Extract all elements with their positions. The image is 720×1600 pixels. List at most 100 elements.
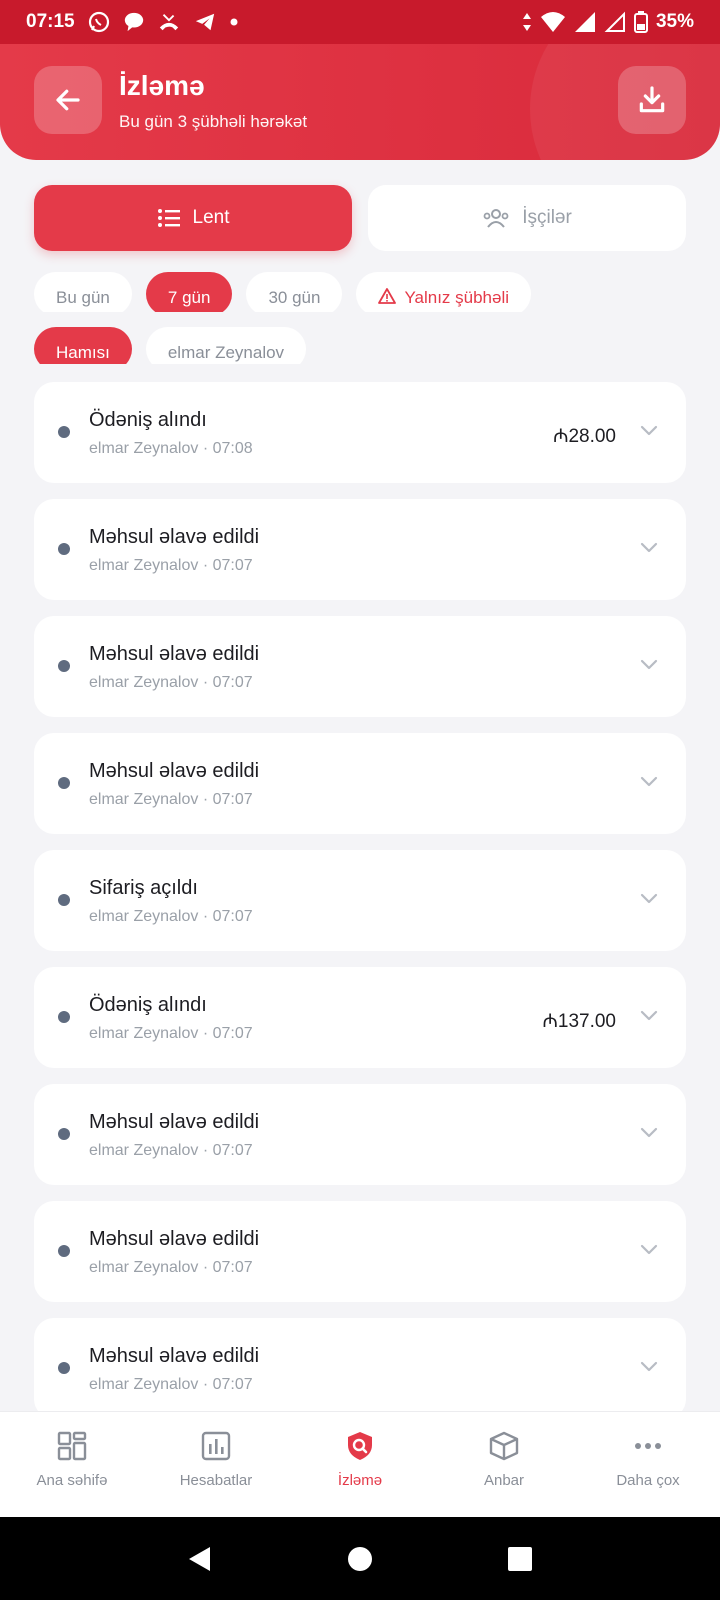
- event-meta: elmar Zeynalov · 07:07: [89, 1025, 253, 1042]
- event-card[interactable]: Məhsul əlavə edildi elmar Zeynalov · 07:0…: [34, 1318, 686, 1419]
- filter-all-users[interactable]: Hamısı: [34, 327, 132, 364]
- chevron-down-icon[interactable]: [640, 1243, 658, 1261]
- event-status-dot: [58, 1362, 70, 1374]
- back-button[interactable]: [34, 66, 102, 134]
- wifi-icon: [540, 12, 565, 32]
- event-meta: elmar Zeynalov · 07:08: [89, 440, 253, 457]
- event-title: Ödəniş alındı: [89, 994, 207, 1016]
- event-status-dot: [58, 660, 70, 672]
- whatsapp-icon: [88, 11, 109, 33]
- event-status-dot: [58, 777, 70, 789]
- event-feed: Ödəniş alındı elmar Zeynalov · 07:08 ₼28.0…: [34, 382, 686, 1435]
- box-icon: [489, 1431, 519, 1461]
- tab-workers-label: İşçilər: [522, 207, 572, 228]
- filter-7-days[interactable]: 7 gün: [145, 272, 233, 312]
- event-title: Məhsul əlavə edildi: [89, 1111, 260, 1133]
- user-filter-row: Hamısı elmar Zeynalov: [34, 327, 307, 364]
- telegram-icon: [195, 13, 214, 31]
- event-title: Ödəniş alındı: [89, 409, 207, 431]
- event-amount: ₼28.00: [553, 426, 616, 447]
- event-amount: ₼137.00: [542, 1011, 616, 1032]
- event-meta: elmar Zeynalov · 07:07: [89, 791, 253, 808]
- battery-icon: [633, 11, 648, 33]
- nav-monitoring-label: İzləmə: [337, 1472, 383, 1489]
- warning-icon: [378, 288, 397, 304]
- filter-30-days[interactable]: 30 gün: [246, 272, 343, 312]
- nav-home[interactable]: Ana səhifə: [0, 1412, 144, 1517]
- more-icon: [635, 1443, 661, 1449]
- event-card[interactable]: Məhsul əlavə edildi elmar Zeynalov · 07:0…: [34, 499, 686, 600]
- event-status-dot: [58, 894, 70, 906]
- nav-monitoring[interactable]: İzləmə: [288, 1412, 432, 1517]
- shield-search-icon: [348, 1432, 372, 1460]
- filter-user-elmar[interactable]: elmar Zeynalov: [145, 327, 307, 364]
- filter-suspicious-only[interactable]: Yalnız şübhəli: [356, 272, 532, 312]
- tab-lent[interactable]: Lent: [34, 185, 352, 251]
- nav-more-label: Daha çox: [616, 1472, 680, 1489]
- grid-icon: [57, 1431, 87, 1461]
- system-back-icon[interactable]: [185, 1544, 215, 1574]
- status-bar: 07:15 35%: [0, 0, 720, 44]
- event-title: Məhsul əlavə edildi: [89, 643, 260, 665]
- arrow-left-icon: [56, 89, 80, 111]
- data-arrows-icon: [522, 13, 531, 31]
- chevron-down-icon[interactable]: [640, 1126, 658, 1144]
- users-icon: [483, 209, 509, 228]
- nav-more[interactable]: Daha çox: [576, 1412, 720, 1517]
- chevron-down-icon[interactable]: [640, 1360, 658, 1378]
- chevron-down-icon[interactable]: [640, 658, 658, 676]
- signal-empty-icon: [604, 11, 625, 32]
- event-status-dot: [58, 1128, 70, 1140]
- event-status-dot: [58, 1011, 70, 1023]
- event-status-dot: [58, 543, 70, 555]
- page-title: İzləmə: [119, 70, 205, 101]
- event-meta: elmar Zeynalov · 07:07: [89, 1259, 253, 1276]
- event-card[interactable]: Məhsul əlavə edildi elmar Zeynalov · 07:0…: [34, 1084, 686, 1185]
- event-meta: elmar Zeynalov · 07:07: [89, 674, 253, 691]
- system-home-icon[interactable]: [345, 1544, 375, 1574]
- event-title: Sifariş açıldı: [89, 877, 198, 899]
- nav-home-label: Ana səhifə: [36, 1472, 108, 1489]
- tab-lent-label: Lent: [192, 207, 230, 228]
- signal-icon: [574, 12, 595, 32]
- nav-reports[interactable]: Hesabatlar: [144, 1412, 288, 1517]
- event-card[interactable]: Ödəniş alındı elmar Zeynalov · 07:08 ₼28.0…: [34, 382, 686, 483]
- filter-today[interactable]: Bu gün: [34, 272, 132, 312]
- chat-bubble-icon: [124, 12, 143, 32]
- download-icon: [639, 86, 665, 113]
- system-navigation-bar: [0, 1517, 720, 1600]
- event-meta: elmar Zeynalov · 07:07: [89, 1142, 253, 1159]
- list-icon: [157, 209, 180, 227]
- missed-call-icon: [159, 14, 178, 31]
- notification-dot-icon: [230, 18, 238, 26]
- event-meta: elmar Zeynalov · 07:07: [89, 557, 253, 574]
- chevron-down-icon[interactable]: [640, 424, 658, 442]
- event-card[interactable]: Məhsul əlavə edildi elmar Zeynalov · 07:0…: [34, 616, 686, 717]
- battery-percent: 35%: [655, 11, 694, 32]
- nav-warehouse[interactable]: Anbar: [432, 1412, 576, 1517]
- chevron-down-icon[interactable]: [640, 541, 658, 559]
- event-card[interactable]: Sifariş açıldı elmar Zeynalov · 07:07: [34, 850, 686, 951]
- event-title: Məhsul əlavə edildi: [89, 1228, 260, 1250]
- event-card[interactable]: Məhsul əlavə edildi elmar Zeynalov · 07:0…: [34, 733, 686, 834]
- download-button[interactable]: [618, 66, 686, 134]
- chevron-down-icon[interactable]: [640, 892, 658, 910]
- tab-workers[interactable]: İşçilər: [368, 185, 686, 251]
- event-status-dot: [58, 426, 70, 438]
- chart-icon: [201, 1431, 231, 1461]
- event-title: Məhsul əlavə edildi: [89, 760, 260, 782]
- period-filter-row: Bu gün 7 gün 30 gün Yalnız şübhəli: [34, 272, 532, 312]
- event-status-dot: [58, 1245, 70, 1257]
- event-meta: elmar Zeynalov · 07:07: [89, 1376, 253, 1393]
- chevron-down-icon[interactable]: [640, 1009, 658, 1027]
- nav-warehouse-label: Anbar: [483, 1472, 525, 1489]
- event-title: Məhsul əlavə edildi: [89, 1345, 260, 1367]
- event-card[interactable]: Məhsul əlavə edildi elmar Zeynalov · 07:0…: [34, 1201, 686, 1302]
- system-recents-icon[interactable]: [505, 1544, 535, 1574]
- event-meta: elmar Zeynalov · 07:07: [89, 908, 253, 925]
- bottom-navigation: Ana səhifə Hesabatlar İzləmə Anbar Daha …: [0, 1411, 720, 1517]
- page-subtitle: Bu gün 3 şübhəli hərəkət: [119, 112, 308, 131]
- event-card[interactable]: Ödəniş alındı elmar Zeynalov · 07:07 ₼137.…: [34, 967, 686, 1068]
- status-time: 07:15: [26, 11, 75, 32]
- chevron-down-icon[interactable]: [640, 775, 658, 793]
